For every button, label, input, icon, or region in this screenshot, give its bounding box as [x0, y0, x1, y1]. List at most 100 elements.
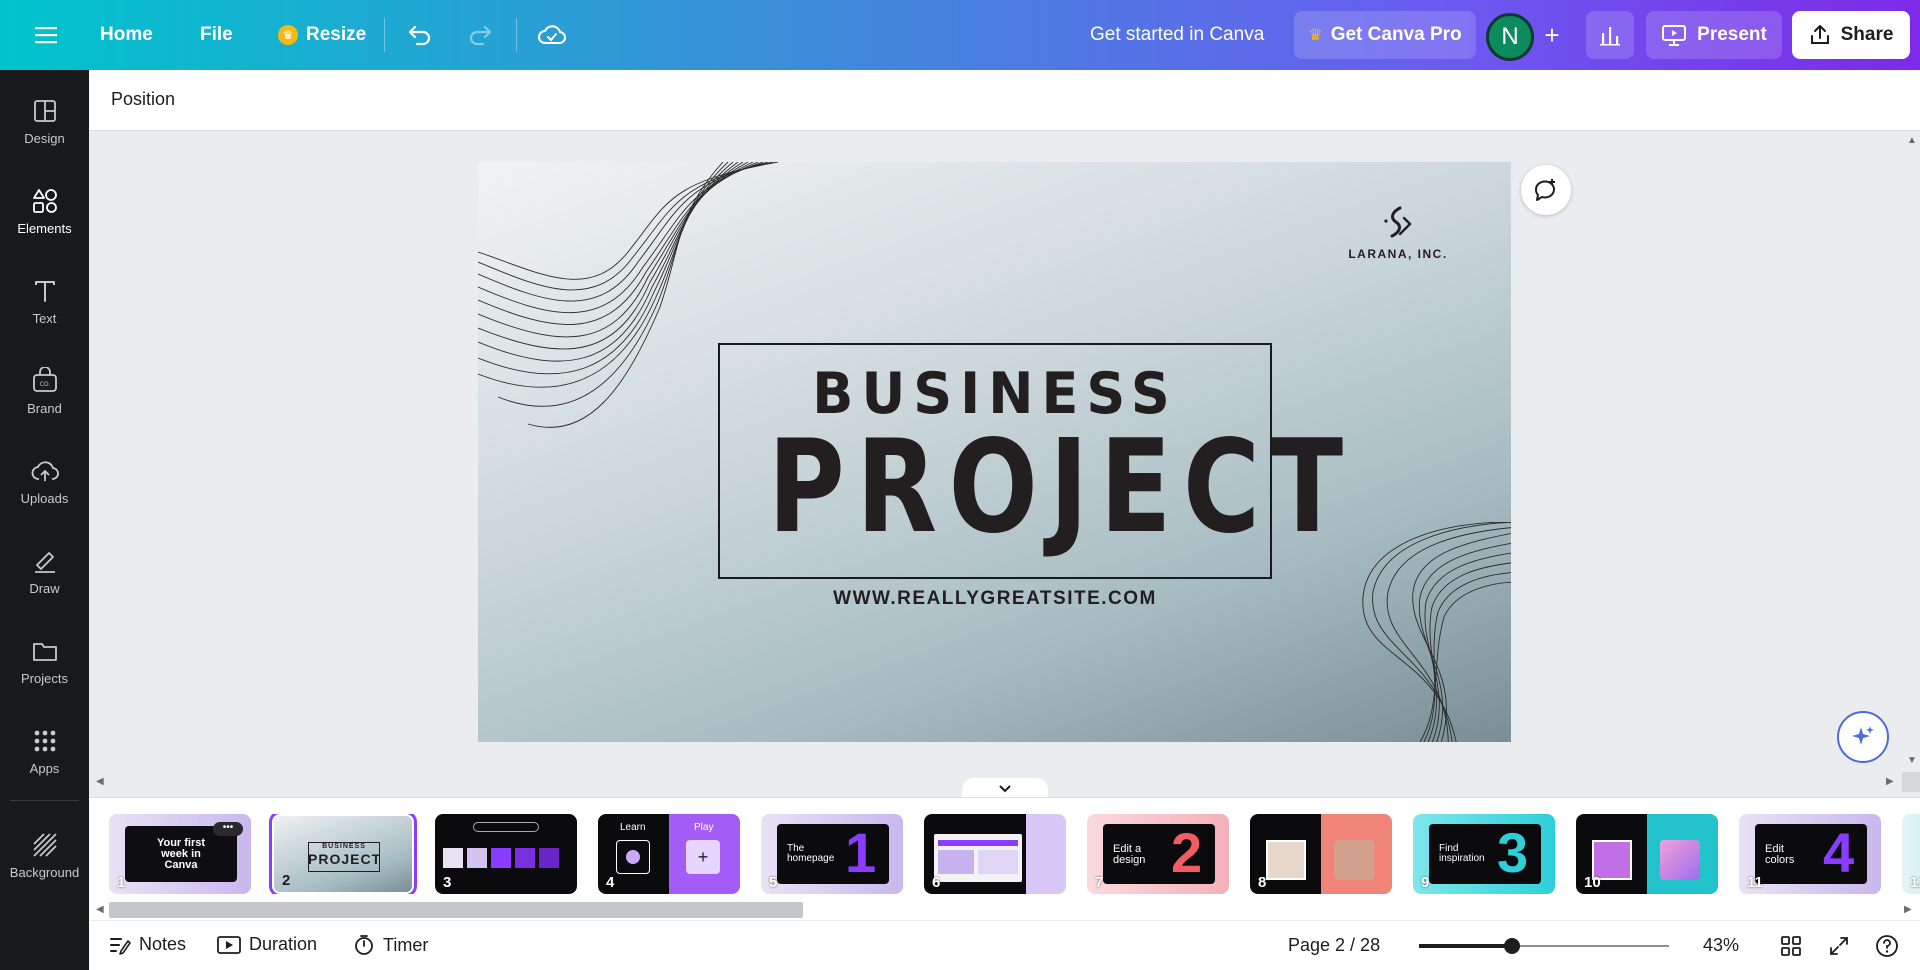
undo-icon[interactable]: [398, 13, 442, 57]
sidebar-item-label: Elements: [17, 220, 72, 236]
page-thumbnail[interactable]: Edit colors 4 11: [1739, 814, 1881, 894]
sidebar-item-label: Background: [9, 864, 80, 880]
get-started-link[interactable]: Get started in Canva: [1076, 13, 1278, 57]
help-icon[interactable]: [1873, 932, 1901, 960]
zoom-slider-handle[interactable]: [1503, 938, 1520, 954]
resize-button[interactable]: ♛ Resize: [266, 13, 378, 57]
thumb-text: Edit a design: [1113, 843, 1146, 866]
present-label: Present: [1697, 24, 1767, 45]
scroll-right-icon[interactable]: ▶: [1904, 904, 1912, 915]
sidebar-item-background[interactable]: Background: [0, 815, 89, 895]
slide-canvas[interactable]: LARANA, INC. BUSINESS PROJECT WWW.REALLY…: [478, 162, 1511, 742]
crown-icon: ♛: [278, 25, 298, 45]
company-name: LARANA, INC.: [1348, 247, 1448, 261]
scroll-right-icon[interactable]: ▶: [1886, 776, 1894, 787]
page-thumbnail[interactable]: The homepage 1 5: [761, 814, 903, 894]
thumb-big-number: 2: [1171, 821, 1203, 884]
scrollbar-thumb[interactable]: [109, 902, 803, 918]
thumb-text: Your first week in Canva: [156, 836, 206, 871]
home-button[interactable]: Home: [88, 13, 165, 57]
zoom-level[interactable]: 43%: [1703, 935, 1739, 956]
page-thumbnail[interactable]: 8: [1250, 814, 1392, 894]
slide-title-main[interactable]: PROJECT: [768, 424, 1343, 552]
context-toolbar: Position: [89, 70, 1920, 131]
present-icon: [1662, 25, 1687, 46]
scroll-up-icon[interactable]: ▲: [1907, 135, 1917, 146]
page-number: 4: [606, 874, 615, 891]
page-number: 9: [1421, 874, 1430, 891]
sidebar-item-design[interactable]: Design: [0, 81, 89, 161]
slide-url[interactable]: WWW.REALLYGREATSITE.COM: [718, 588, 1272, 610]
timer-button[interactable]: Timer: [353, 934, 428, 956]
page-thumbnail[interactable]: 6: [924, 814, 1066, 894]
sidebar-item-draw[interactable]: Draw: [0, 531, 89, 611]
scroll-down-icon[interactable]: ▼: [1907, 755, 1917, 766]
sidebar-item-elements[interactable]: Elements: [0, 171, 89, 251]
thumbnail-scrollbar[interactable]: [109, 902, 1899, 918]
avatar[interactable]: N: [1486, 13, 1534, 61]
sidebar-item-label: Design: [24, 130, 65, 146]
svg-text:CO.: CO.: [39, 381, 50, 388]
grid-view-icon[interactable]: [1777, 932, 1805, 960]
page-thumbnail[interactable]: Find inspiration 3 9: [1413, 814, 1555, 894]
notes-label: Notes: [139, 934, 187, 954]
page-indicator[interactable]: Page 2 / 28: [1288, 935, 1380, 956]
menu-icon[interactable]: [24, 13, 68, 57]
sidebar-item-apps[interactable]: Apps: [0, 711, 89, 791]
sidebar-item-text[interactable]: Text: [0, 261, 89, 341]
present-button[interactable]: Present: [1646, 11, 1782, 59]
duration-icon: [217, 935, 241, 954]
page-thumbnail[interactable]: Your first week in Canva ••• 1: [109, 814, 251, 894]
add-collaborator-icon[interactable]: +: [1530, 13, 1574, 57]
design-icon: [33, 99, 56, 122]
vertical-scrollbar[interactable]: ▲ ▼: [1903, 131, 1920, 771]
background-icon: [32, 832, 57, 857]
position-button[interactable]: Position: [111, 85, 175, 114]
divider: [384, 18, 385, 52]
notes-button[interactable]: Notes: [109, 934, 186, 955]
scroll-left-icon[interactable]: ◀: [96, 776, 104, 787]
scroll-left-icon[interactable]: ◀: [96, 904, 104, 915]
get-pro-label: Get Canva Pro: [1330, 24, 1462, 45]
page-thumbnail[interactable]: Learn Play + 4: [598, 814, 740, 894]
duration-button[interactable]: Duration: [217, 934, 317, 955]
fullscreen-icon[interactable]: [1825, 932, 1853, 960]
thumb-big-number: 3: [1497, 821, 1529, 884]
page-number: 6: [932, 874, 941, 891]
bottom-bar: Notes Duration Timer Page 2 / 28 43%: [89, 920, 1920, 970]
sidebar-item-uploads[interactable]: Uploads: [0, 441, 89, 521]
timer-icon: [355, 935, 373, 955]
sidebar-item-brand[interactable]: CO. Brand: [0, 351, 89, 431]
draw-icon: [34, 551, 55, 573]
cloud-saved-icon[interactable]: [530, 13, 574, 57]
file-menu[interactable]: File: [188, 13, 245, 57]
text-icon: [34, 280, 55, 302]
resize-label: Resize: [306, 24, 367, 45]
logo-mark-icon: [1384, 206, 1412, 238]
left-sidebar: Design Elements Text CO. Brand Uploads D…: [0, 70, 89, 970]
folder-icon: [32, 642, 57, 661]
page-number: 12: [1910, 874, 1920, 891]
add-comment-icon[interactable]: [1521, 165, 1571, 215]
redo-icon[interactable]: [458, 13, 502, 57]
share-button[interactable]: Share: [1792, 11, 1910, 59]
page-thumbnail[interactable]: 3: [435, 814, 577, 894]
page-thumbnail[interactable]: 12: [1902, 814, 1920, 894]
sidebar-item-label: Draw: [29, 580, 60, 596]
share-label: Share: [1840, 24, 1894, 45]
thumb-text: The homepage: [787, 843, 835, 864]
zoom-slider-fill: [1419, 944, 1512, 948]
insights-icon[interactable]: [1586, 11, 1634, 59]
scroll-corner: [1902, 772, 1920, 792]
brand-icon: CO.: [32, 366, 57, 392]
magic-assistant-icon[interactable]: [1837, 711, 1889, 763]
page-number: 1: [117, 874, 126, 891]
page-thumbnail[interactable]: 10: [1576, 814, 1718, 894]
apps-icon: [34, 730, 55, 751]
page-thumbnail[interactable]: Edit a design 2 7: [1087, 814, 1229, 894]
share-icon: [1810, 25, 1829, 44]
sidebar-item-projects[interactable]: Projects: [0, 621, 89, 701]
get-canva-pro-button[interactable]: ♛ Get Canva Pro: [1294, 11, 1476, 59]
page-thumbnail-selected[interactable]: BUSINESS PROJECT 2: [269, 814, 417, 894]
upload-icon: [31, 460, 59, 481]
